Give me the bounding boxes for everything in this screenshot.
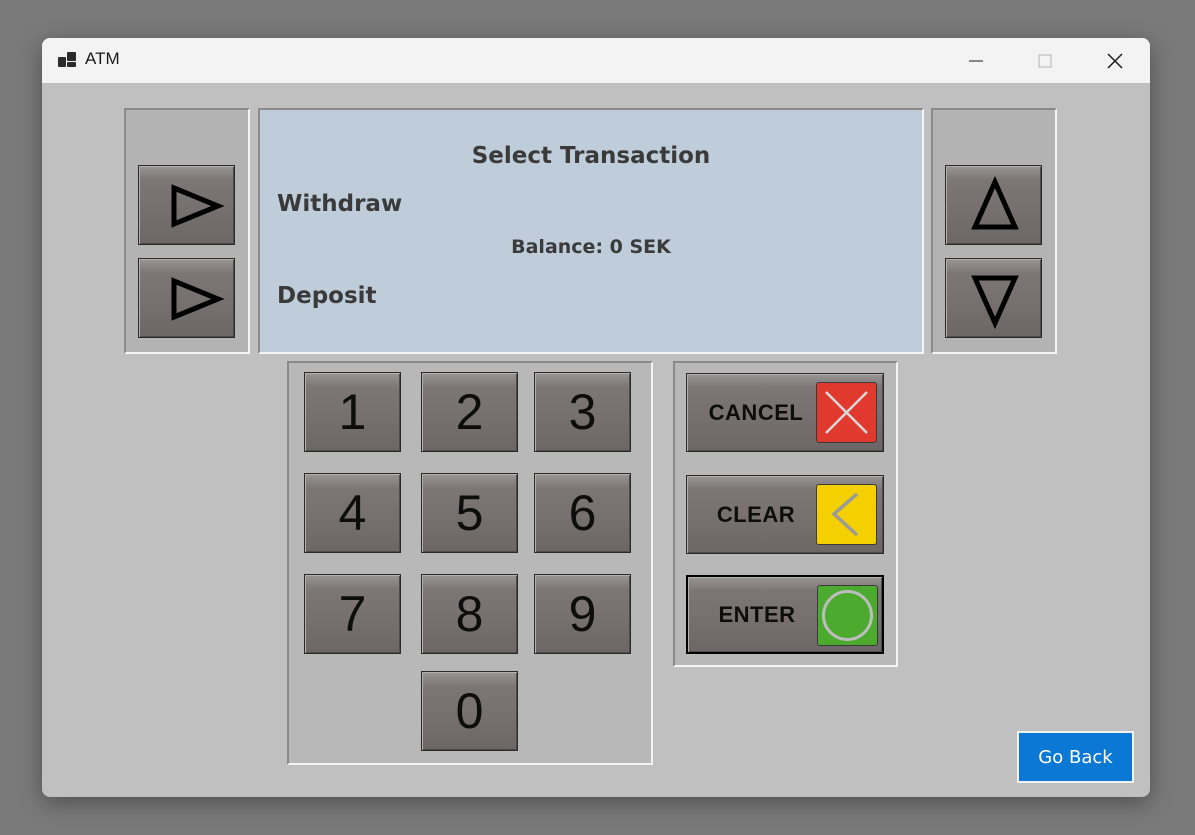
close-button[interactable] [1092, 38, 1138, 83]
numeric-keypad: 1 2 3 4 5 6 7 8 9 0 [287, 361, 653, 765]
clear-button[interactable]: CLEAR [686, 475, 884, 554]
key-label: 6 [568, 485, 597, 541]
withdraw-option: Withdraw [277, 191, 403, 217]
balance-text: Balance: 0 SEK [511, 236, 671, 258]
cancel-x-icon [816, 382, 877, 443]
key-label: 4 [338, 485, 367, 541]
key-label: 1 [338, 384, 367, 440]
function-keys: CANCEL CLEAR ENTER [673, 361, 898, 667]
enter-button[interactable]: ENTER [686, 575, 884, 654]
minimize-icon [969, 60, 983, 61]
key-4[interactable]: 4 [304, 473, 401, 553]
key-0[interactable]: 0 [421, 671, 518, 751]
app-icon [58, 51, 76, 69]
key-label: 5 [455, 485, 484, 541]
maximize-icon [1038, 54, 1052, 67]
left-select-button-1[interactable] [138, 165, 235, 245]
key-label: 8 [455, 586, 484, 642]
scroll-up-button[interactable] [945, 165, 1042, 245]
clear-chevron-icon [816, 484, 877, 545]
minimize-button[interactable] [953, 38, 999, 83]
atm-window: ATM Select Transaction Withdraw Balance:… [42, 38, 1150, 797]
key-7[interactable]: 7 [304, 574, 401, 654]
key-5[interactable]: 5 [421, 473, 518, 553]
key-2[interactable]: 2 [421, 372, 518, 452]
key-3[interactable]: 3 [534, 372, 631, 452]
key-8[interactable]: 8 [421, 574, 518, 654]
key-9[interactable]: 9 [534, 574, 631, 654]
key-6[interactable]: 6 [534, 473, 631, 553]
key-label: 0 [455, 683, 484, 739]
clear-label: CLEAR [716, 501, 796, 527]
triangle-right-icon [171, 184, 225, 228]
go-back-button[interactable]: Go Back [1017, 731, 1134, 783]
deposit-option: Deposit [277, 283, 377, 309]
triangle-right-icon [171, 277, 225, 321]
left-button-panel [124, 108, 250, 354]
title-bar: ATM [42, 38, 1150, 83]
key-label: 9 [568, 586, 597, 642]
key-1[interactable]: 1 [304, 372, 401, 452]
triangle-up-icon [971, 175, 1019, 230]
triangle-down-icon [971, 275, 1019, 330]
key-label: 7 [338, 586, 367, 642]
scroll-down-button[interactable] [945, 258, 1042, 338]
cancel-button[interactable]: CANCEL [686, 373, 884, 452]
enter-label: ENTER [718, 601, 796, 627]
screen-heading: Select Transaction [471, 143, 711, 169]
maximize-button[interactable] [1022, 38, 1068, 83]
enter-circle-icon [817, 585, 878, 646]
key-label: 3 [568, 384, 597, 440]
left-select-button-2[interactable] [138, 258, 235, 338]
right-button-panel [931, 108, 1057, 354]
window-title: ATM [85, 49, 120, 68]
atm-display: Select Transaction Withdraw Balance: 0 S… [258, 108, 924, 354]
key-label: 2 [455, 384, 484, 440]
close-icon [1107, 52, 1123, 69]
cancel-label: CANCEL [708, 399, 804, 425]
